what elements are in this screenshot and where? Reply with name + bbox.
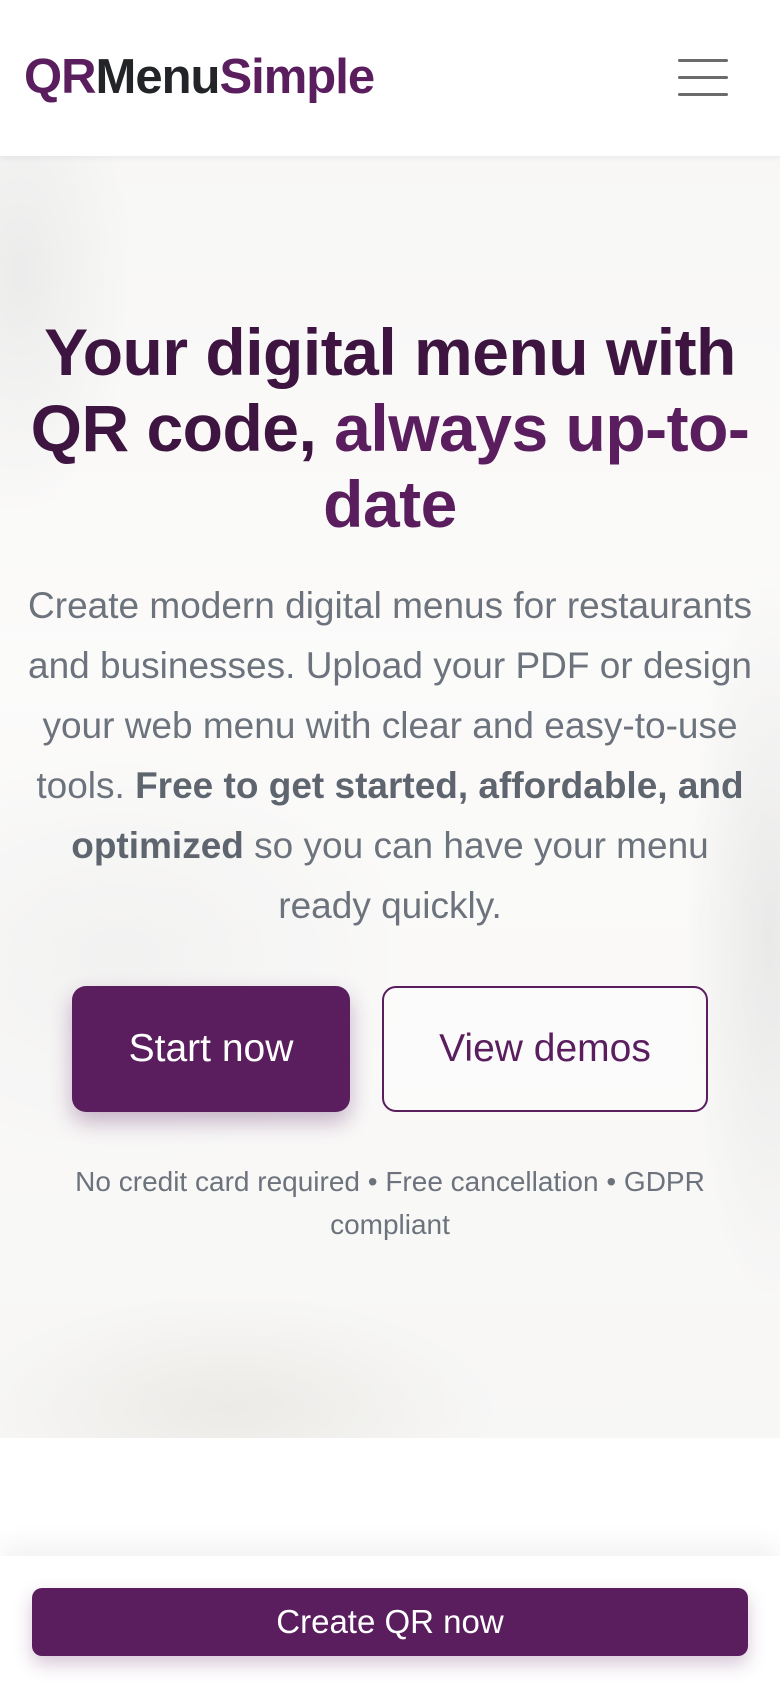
site-header: QRMenuSimple <box>0 0 780 156</box>
sticky-bottom-bar: Create QR now <box>0 1556 780 1688</box>
logo-part-simple: Simple <box>219 50 375 104</box>
hamburger-menu-icon[interactable] <box>678 58 730 98</box>
hero-section: Your digital menu with QR code, always u… <box>0 156 780 1438</box>
menu-icon-bar <box>678 59 728 62</box>
menu-icon-bar <box>678 76 728 79</box>
logo-part-qr: QR <box>24 50 96 104</box>
view-demos-button[interactable]: View demos <box>382 986 708 1112</box>
hero-title-highlight: always up-to-date <box>323 391 750 541</box>
hero-note: No credit card required • Free cancellat… <box>75 1166 705 1240</box>
hero-description-end: so you can have your menu ready quickly. <box>243 825 709 926</box>
create-qr-now-button[interactable]: Create QR now <box>32 1588 748 1656</box>
logo-part-menu: Menu <box>95 50 221 104</box>
hero-title: Your digital menu with QR code, always u… <box>20 314 760 542</box>
site-logo[interactable]: QRMenuSimple <box>24 44 375 110</box>
hero-description: Create modern digital menus for restaura… <box>22 576 758 936</box>
start-now-button[interactable]: Start now <box>72 986 350 1112</box>
menu-icon-bar <box>678 93 728 96</box>
